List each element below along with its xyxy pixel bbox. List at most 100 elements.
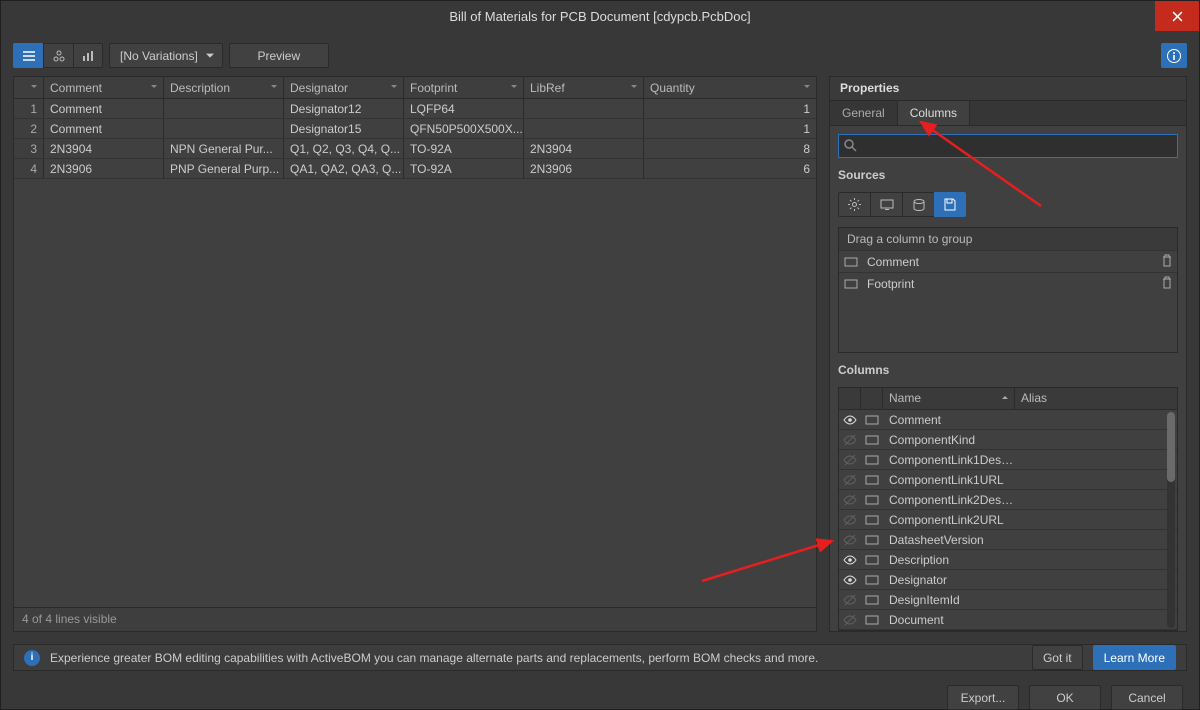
preview-label: Preview <box>257 49 300 63</box>
column-item[interactable]: Comment <box>839 410 1177 430</box>
field-type-icon <box>861 613 883 627</box>
column-name: ComponentKind <box>883 433 1015 447</box>
source-design-button[interactable] <box>870 192 902 217</box>
screen-icon <box>880 199 894 210</box>
column-item[interactable]: DatasheetVersion <box>839 530 1177 550</box>
source-server-button[interactable] <box>902 192 934 217</box>
search-input[interactable] <box>838 134 1178 158</box>
tab-columns[interactable]: Columns <box>898 101 970 125</box>
export-button[interactable]: Export... <box>947 685 1019 710</box>
grid-header-designator[interactable]: Designator <box>284 77 404 98</box>
visibility-toggle[interactable] <box>839 613 861 627</box>
grid-header-footprint[interactable]: Footprint <box>404 77 524 98</box>
columns-header: Name Alias <box>839 388 1177 410</box>
toolbar: [No Variations] Preview <box>13 43 1187 68</box>
search-row <box>838 134 1178 158</box>
title-bar: Bill of Materials for PCB Document [cdyp… <box>1 1 1199 31</box>
view-mode-group <box>13 43 103 68</box>
column-name: ComponentLink2Desc... <box>883 493 1015 507</box>
col-header-type[interactable] <box>861 388 883 409</box>
grid-header-libref[interactable]: LibRef <box>524 77 644 98</box>
close-button[interactable] <box>1155 1 1199 31</box>
group-item[interactable]: Comment <box>839 250 1177 272</box>
chart-view-button[interactable] <box>73 43 103 68</box>
column-item[interactable]: ComponentKind <box>839 430 1177 450</box>
remove-group-button[interactable] <box>1161 254 1173 270</box>
source-document-button[interactable] <box>934 192 966 217</box>
column-name: DatasheetVersion <box>883 533 1015 547</box>
gotit-button[interactable]: Got it <box>1032 645 1083 670</box>
column-item[interactable]: Description <box>839 550 1177 570</box>
grid-header-description[interactable]: Description <box>164 77 284 98</box>
tab-general[interactable]: General <box>830 101 898 125</box>
column-item[interactable]: ComponentLink2Desc... <box>839 490 1177 510</box>
column-item[interactable]: ComponentLink2URL <box>839 510 1177 530</box>
table-row[interactable]: 4 2N3906 PNP General Purp... QA1, QA2, Q… <box>14 159 816 179</box>
table-row[interactable]: 1 Comment Designator12 LQFP64 1 <box>14 99 816 119</box>
field-type-icon <box>861 553 883 567</box>
ok-button[interactable]: OK <box>1029 685 1101 710</box>
column-name: Description <box>883 553 1015 567</box>
col-header-alias[interactable]: Alias <box>1015 388 1177 409</box>
field-type-icon <box>861 593 883 607</box>
column-name: ComponentLink1Desc... <box>883 453 1015 467</box>
visibility-toggle[interactable] <box>839 533 861 547</box>
variations-dropdown[interactable]: [No Variations] <box>109 43 223 68</box>
search-icon <box>844 139 857 155</box>
field-type-icon <box>861 513 883 527</box>
list-view-button[interactable] <box>13 43 43 68</box>
column-name: ComponentLink2URL <box>883 513 1015 527</box>
properties-panel: Properties General Columns Sources <box>829 76 1187 632</box>
col-header-visibility[interactable] <box>839 388 861 409</box>
column-item[interactable]: Designator <box>839 570 1177 590</box>
save-icon <box>944 198 956 211</box>
grid-header-rownum[interactable] <box>14 77 44 98</box>
cancel-button[interactable]: Cancel <box>1111 685 1183 710</box>
grid-body[interactable]: 1 Comment Designator12 LQFP64 1 2 Commen… <box>14 99 816 607</box>
group-item[interactable]: Footprint <box>839 272 1177 294</box>
grid-status: 4 of 4 lines visible <box>14 607 816 631</box>
visibility-toggle[interactable] <box>839 513 861 527</box>
row-number: 1 <box>14 99 44 118</box>
scrollbar-thumb[interactable] <box>1167 412 1175 482</box>
column-item[interactable]: Document <box>839 610 1177 630</box>
col-header-name[interactable]: Name <box>883 388 1015 409</box>
bom-grid: Comment Description Designator Footprint… <box>13 76 817 632</box>
column-item[interactable]: DesignItemId <box>839 590 1177 610</box>
learnmore-button[interactable]: Learn More <box>1093 645 1176 670</box>
info-icon: i <box>24 650 40 666</box>
sources-buttons <box>838 192 1178 217</box>
column-item[interactable]: ComponentLink1Desc... <box>839 450 1177 470</box>
grid-header-quantity[interactable]: Quantity <box>644 77 816 98</box>
visibility-toggle[interactable] <box>839 413 861 427</box>
variations-label: [No Variations] <box>120 49 198 63</box>
preview-button[interactable]: Preview <box>229 43 329 68</box>
visibility-toggle[interactable] <box>839 553 861 567</box>
grid-header-comment[interactable]: Comment <box>44 77 164 98</box>
visibility-toggle[interactable] <box>839 453 861 467</box>
table-row[interactable]: 2 Comment Designator15 QFN50P500X500X...… <box>14 119 816 139</box>
column-name: DesignItemId <box>883 593 1015 607</box>
visibility-toggle[interactable] <box>839 433 861 447</box>
table-row[interactable]: 3 2N3904 NPN General Pur... Q1, Q2, Q3, … <box>14 139 816 159</box>
visibility-toggle[interactable] <box>839 593 861 607</box>
info-icon <box>1167 49 1181 63</box>
visibility-toggle[interactable] <box>839 473 861 487</box>
source-params-button[interactable] <box>838 192 870 217</box>
visibility-toggle[interactable] <box>839 493 861 507</box>
component-view-button[interactable] <box>43 43 73 68</box>
field-icon <box>843 255 859 269</box>
field-type-icon <box>861 573 883 587</box>
gear-icon <box>848 198 861 211</box>
group-box: Drag a column to group Comment Footprint <box>838 227 1178 353</box>
columns-list[interactable]: Comment ComponentKind ComponentLink1Desc..… <box>839 410 1177 630</box>
close-icon <box>1172 11 1183 22</box>
panel-tabs: General Columns <box>830 101 1186 126</box>
column-name: ComponentLink1URL <box>883 473 1015 487</box>
visibility-toggle[interactable] <box>839 573 861 587</box>
dialog-window: Bill of Materials for PCB Document [cdyp… <box>0 0 1200 710</box>
info-button[interactable] <box>1161 43 1187 68</box>
remove-group-button[interactable] <box>1161 276 1173 292</box>
column-item[interactable]: ComponentLink1URL <box>839 470 1177 490</box>
window-title: Bill of Materials for PCB Document [cdyp… <box>449 9 750 24</box>
